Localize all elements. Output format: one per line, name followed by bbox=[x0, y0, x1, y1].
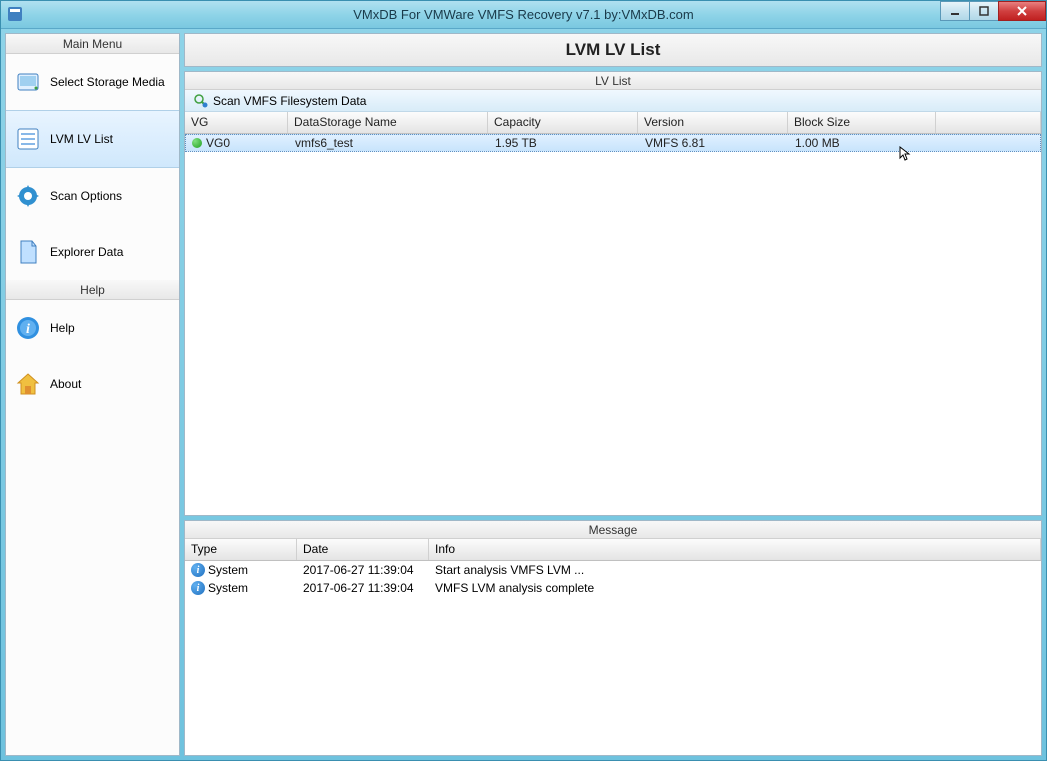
page-title: LVM LV List bbox=[566, 40, 661, 60]
cell-info: Start analysis VMFS LVM ... bbox=[429, 562, 1041, 578]
message-panel: Message Type Date Info i System 2017-06-… bbox=[184, 520, 1042, 756]
sidebar-item-label: About bbox=[50, 377, 81, 391]
sidebar-item-select-storage[interactable]: Select Storage Media bbox=[6, 54, 179, 110]
cell-blocksize: 1.00 MB bbox=[789, 135, 937, 151]
col-header-blocksize[interactable]: Block Size bbox=[788, 112, 936, 133]
lv-table-header: VG DataStorage Name Capacity Version Blo… bbox=[185, 112, 1041, 134]
cell-type-text: System bbox=[208, 581, 248, 595]
help-icon: i bbox=[14, 314, 42, 342]
lv-table-body[interactable]: VG0 vmfs6_test 1.95 TB VMFS 6.81 1.00 MB bbox=[185, 134, 1041, 515]
sidebar-item-scan-options[interactable]: Scan Options bbox=[6, 168, 179, 224]
home-icon bbox=[14, 370, 42, 398]
col-header-vg[interactable]: VG bbox=[185, 112, 288, 133]
message-row[interactable]: i System 2017-06-27 11:39:04 Start analy… bbox=[185, 561, 1041, 579]
cell-type: i System bbox=[185, 580, 297, 596]
col-header-info[interactable]: Info bbox=[429, 539, 1041, 560]
sidebar-item-about[interactable]: About bbox=[6, 356, 179, 412]
sidebar-item-explorer-data[interactable]: Explorer Data bbox=[6, 224, 179, 280]
scan-icon bbox=[193, 93, 209, 109]
sidebar-item-label: LVM LV List bbox=[50, 132, 113, 146]
col-header-date[interactable]: Date bbox=[297, 539, 429, 560]
cell-datastorage: vmfs6_test bbox=[289, 135, 489, 151]
cell-date: 2017-06-27 11:39:04 bbox=[297, 562, 429, 578]
app-window: VMxDB For VMWare VMFS Recovery v7.1 by:V… bbox=[0, 0, 1047, 761]
cell-spacer bbox=[937, 142, 1040, 144]
main-panel: LVM LV List LV List Scan VMFS Filesystem… bbox=[184, 33, 1042, 756]
lv-list-panel: LV List Scan VMFS Filesystem Data VG Dat… bbox=[184, 71, 1042, 516]
status-dot-icon bbox=[192, 138, 202, 148]
cell-info: VMFS LVM analysis complete bbox=[429, 580, 1041, 596]
content-area: Main Menu Select Storage Media LVM LV Li… bbox=[1, 29, 1046, 760]
sidebar-header-help: Help bbox=[6, 280, 179, 300]
table-row[interactable]: VG0 vmfs6_test 1.95 TB VMFS 6.81 1.00 MB bbox=[185, 134, 1041, 152]
sidebar-item-label: Explorer Data bbox=[50, 245, 123, 259]
svg-text:i: i bbox=[26, 322, 30, 337]
cell-capacity: 1.95 TB bbox=[489, 135, 639, 151]
sidebar: Main Menu Select Storage Media LVM LV Li… bbox=[5, 33, 180, 756]
sidebar-item-help[interactable]: i Help bbox=[6, 300, 179, 356]
col-header-capacity[interactable]: Capacity bbox=[488, 112, 638, 133]
cell-type-text: System bbox=[208, 563, 248, 577]
gear-icon bbox=[14, 182, 42, 210]
page-header: LVM LV List bbox=[184, 33, 1042, 67]
sidebar-item-label: Help bbox=[50, 321, 75, 335]
info-icon: i bbox=[191, 563, 205, 577]
message-panel-title: Message bbox=[185, 521, 1041, 539]
sidebar-item-lvm-list[interactable]: LVM LV List bbox=[6, 110, 179, 168]
window-title: VMxDB For VMWare VMFS Recovery v7.1 by:V… bbox=[353, 7, 693, 22]
cell-vg: VG0 bbox=[186, 135, 289, 151]
window-controls bbox=[941, 1, 1046, 21]
lv-panel-title: LV List bbox=[185, 72, 1041, 90]
cell-vg-text: VG0 bbox=[206, 136, 230, 150]
sidebar-item-label: Scan Options bbox=[50, 189, 122, 203]
message-table-header: Type Date Info bbox=[185, 539, 1041, 561]
scan-vmfs-button[interactable]: Scan VMFS Filesystem Data bbox=[189, 92, 370, 110]
col-header-datastorage[interactable]: DataStorage Name bbox=[288, 112, 488, 133]
message-table-body[interactable]: i System 2017-06-27 11:39:04 Start analy… bbox=[185, 561, 1041, 755]
maximize-button[interactable] bbox=[969, 1, 999, 21]
sidebar-header-main: Main Menu bbox=[6, 34, 179, 54]
cell-type: i System bbox=[185, 562, 297, 578]
lv-toolbar: Scan VMFS Filesystem Data bbox=[185, 90, 1041, 112]
cell-version: VMFS 6.81 bbox=[639, 135, 789, 151]
col-header-spacer bbox=[936, 112, 1041, 133]
close-button[interactable] bbox=[998, 1, 1046, 21]
message-row[interactable]: i System 2017-06-27 11:39:04 VMFS LVM an… bbox=[185, 579, 1041, 597]
cell-date: 2017-06-27 11:39:04 bbox=[297, 580, 429, 596]
col-header-type[interactable]: Type bbox=[185, 539, 297, 560]
col-header-version[interactable]: Version bbox=[638, 112, 788, 133]
info-icon: i bbox=[191, 581, 205, 595]
storage-media-icon bbox=[14, 68, 42, 96]
minimize-button[interactable] bbox=[940, 1, 970, 21]
sidebar-item-label: Select Storage Media bbox=[50, 75, 165, 89]
app-icon bbox=[7, 6, 23, 22]
titlebar[interactable]: VMxDB For VMWare VMFS Recovery v7.1 by:V… bbox=[1, 1, 1046, 29]
document-icon bbox=[14, 238, 42, 266]
list-icon bbox=[14, 125, 42, 153]
scan-button-label: Scan VMFS Filesystem Data bbox=[213, 94, 366, 108]
